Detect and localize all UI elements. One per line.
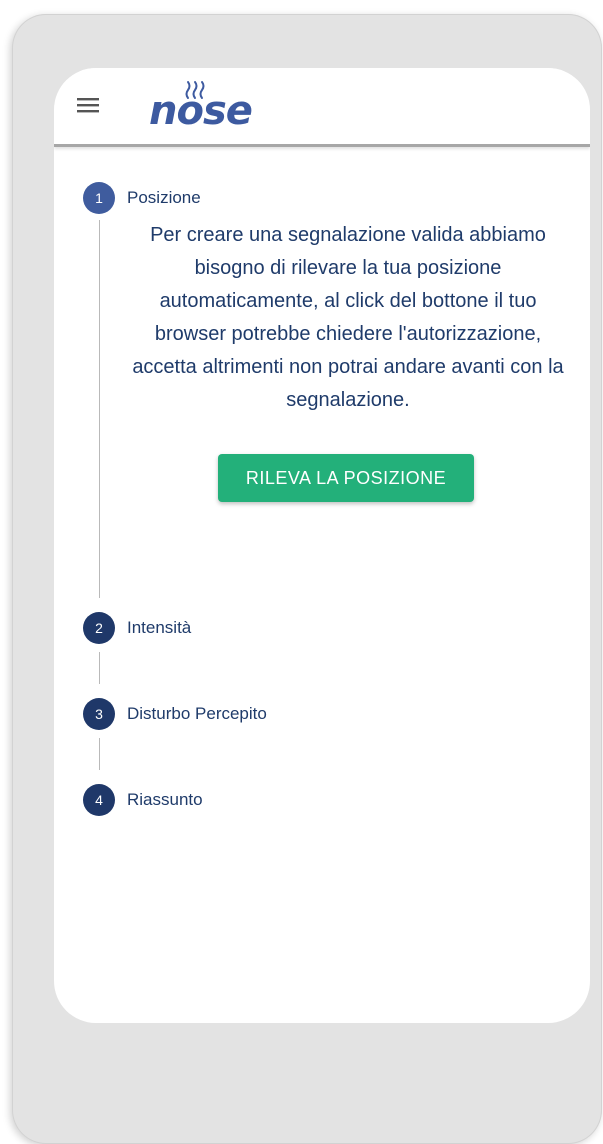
step-4-label[interactable]: Riassunto: [127, 789, 203, 811]
step-1-label[interactable]: Posizione: [127, 187, 201, 209]
step-1-number[interactable]: 1: [83, 182, 115, 214]
hamburger-menu-icon: [77, 98, 99, 113]
app-bar: nose: [54, 68, 590, 147]
app-screen: nose 1 Posizione Per creare una segnalaz…: [54, 68, 590, 1023]
step-2-label[interactable]: Intensità: [127, 617, 191, 639]
device-frame: nose 1 Posizione Per creare una segnalaz…: [12, 14, 602, 1144]
step-3-number[interactable]: 3: [83, 698, 115, 730]
step-connector: [99, 220, 100, 598]
step-3-label[interactable]: Disturbo Percepito: [127, 703, 267, 725]
step-1-description: Per creare una segnalazione valida abbia…: [132, 224, 564, 411]
step-4-number[interactable]: 4: [83, 784, 115, 816]
app-logo: nose: [149, 78, 269, 138]
logo-wordmark: nose: [149, 88, 253, 134]
step-connector: [99, 652, 100, 684]
step-connector: [99, 738, 100, 770]
step-2-number[interactable]: 2: [83, 612, 115, 644]
detect-position-button[interactable]: RILEVA LA POSIZIONE: [218, 454, 474, 502]
report-stepper: 1 Posizione Per creare una segnalazione …: [54, 144, 590, 1023]
menu-button[interactable]: [76, 94, 102, 116]
